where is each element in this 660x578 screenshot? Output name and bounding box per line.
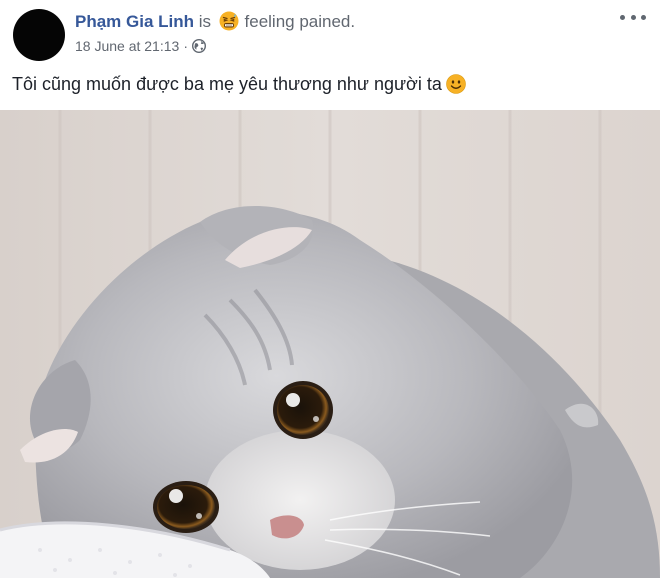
more-dot xyxy=(620,14,625,20)
post-photo[interactable] xyxy=(0,110,660,578)
more-dot xyxy=(630,14,636,20)
post-timestamp-link[interactable]: 18 June at 21:13 xyxy=(75,38,179,54)
more-dot xyxy=(641,14,646,20)
more-options-icon[interactable] xyxy=(620,10,646,24)
sad-gray-scottish-fold-kitten-photo xyxy=(0,110,660,578)
globe-icon[interactable] xyxy=(191,39,206,53)
smile-emoji-icon xyxy=(446,74,466,94)
post-message: Tôi cũng muốn được ba mẹ yêu thương như … xyxy=(12,72,466,96)
post-message-text: Tôi cũng muốn được ba mẹ yêu thương như … xyxy=(12,74,442,94)
meta-separator: · xyxy=(183,38,188,54)
post-title-line: Phạm Gia Linh is feeling pained. xyxy=(75,11,355,33)
author-name-link[interactable]: Phạm Gia Linh xyxy=(75,12,194,31)
pained-face-emoji-icon xyxy=(219,11,239,31)
avatar[interactable] xyxy=(13,9,65,61)
is-text: is xyxy=(198,12,212,31)
post-header: Phạm Gia Linh is feeling pained. 18 June… xyxy=(0,0,660,70)
post-meta: 18 June at 21:13 · xyxy=(75,37,206,55)
feed-post: Phạm Gia Linh is feeling pained. 18 June… xyxy=(0,0,660,578)
feeling-text[interactable]: feeling pained. xyxy=(245,12,356,31)
